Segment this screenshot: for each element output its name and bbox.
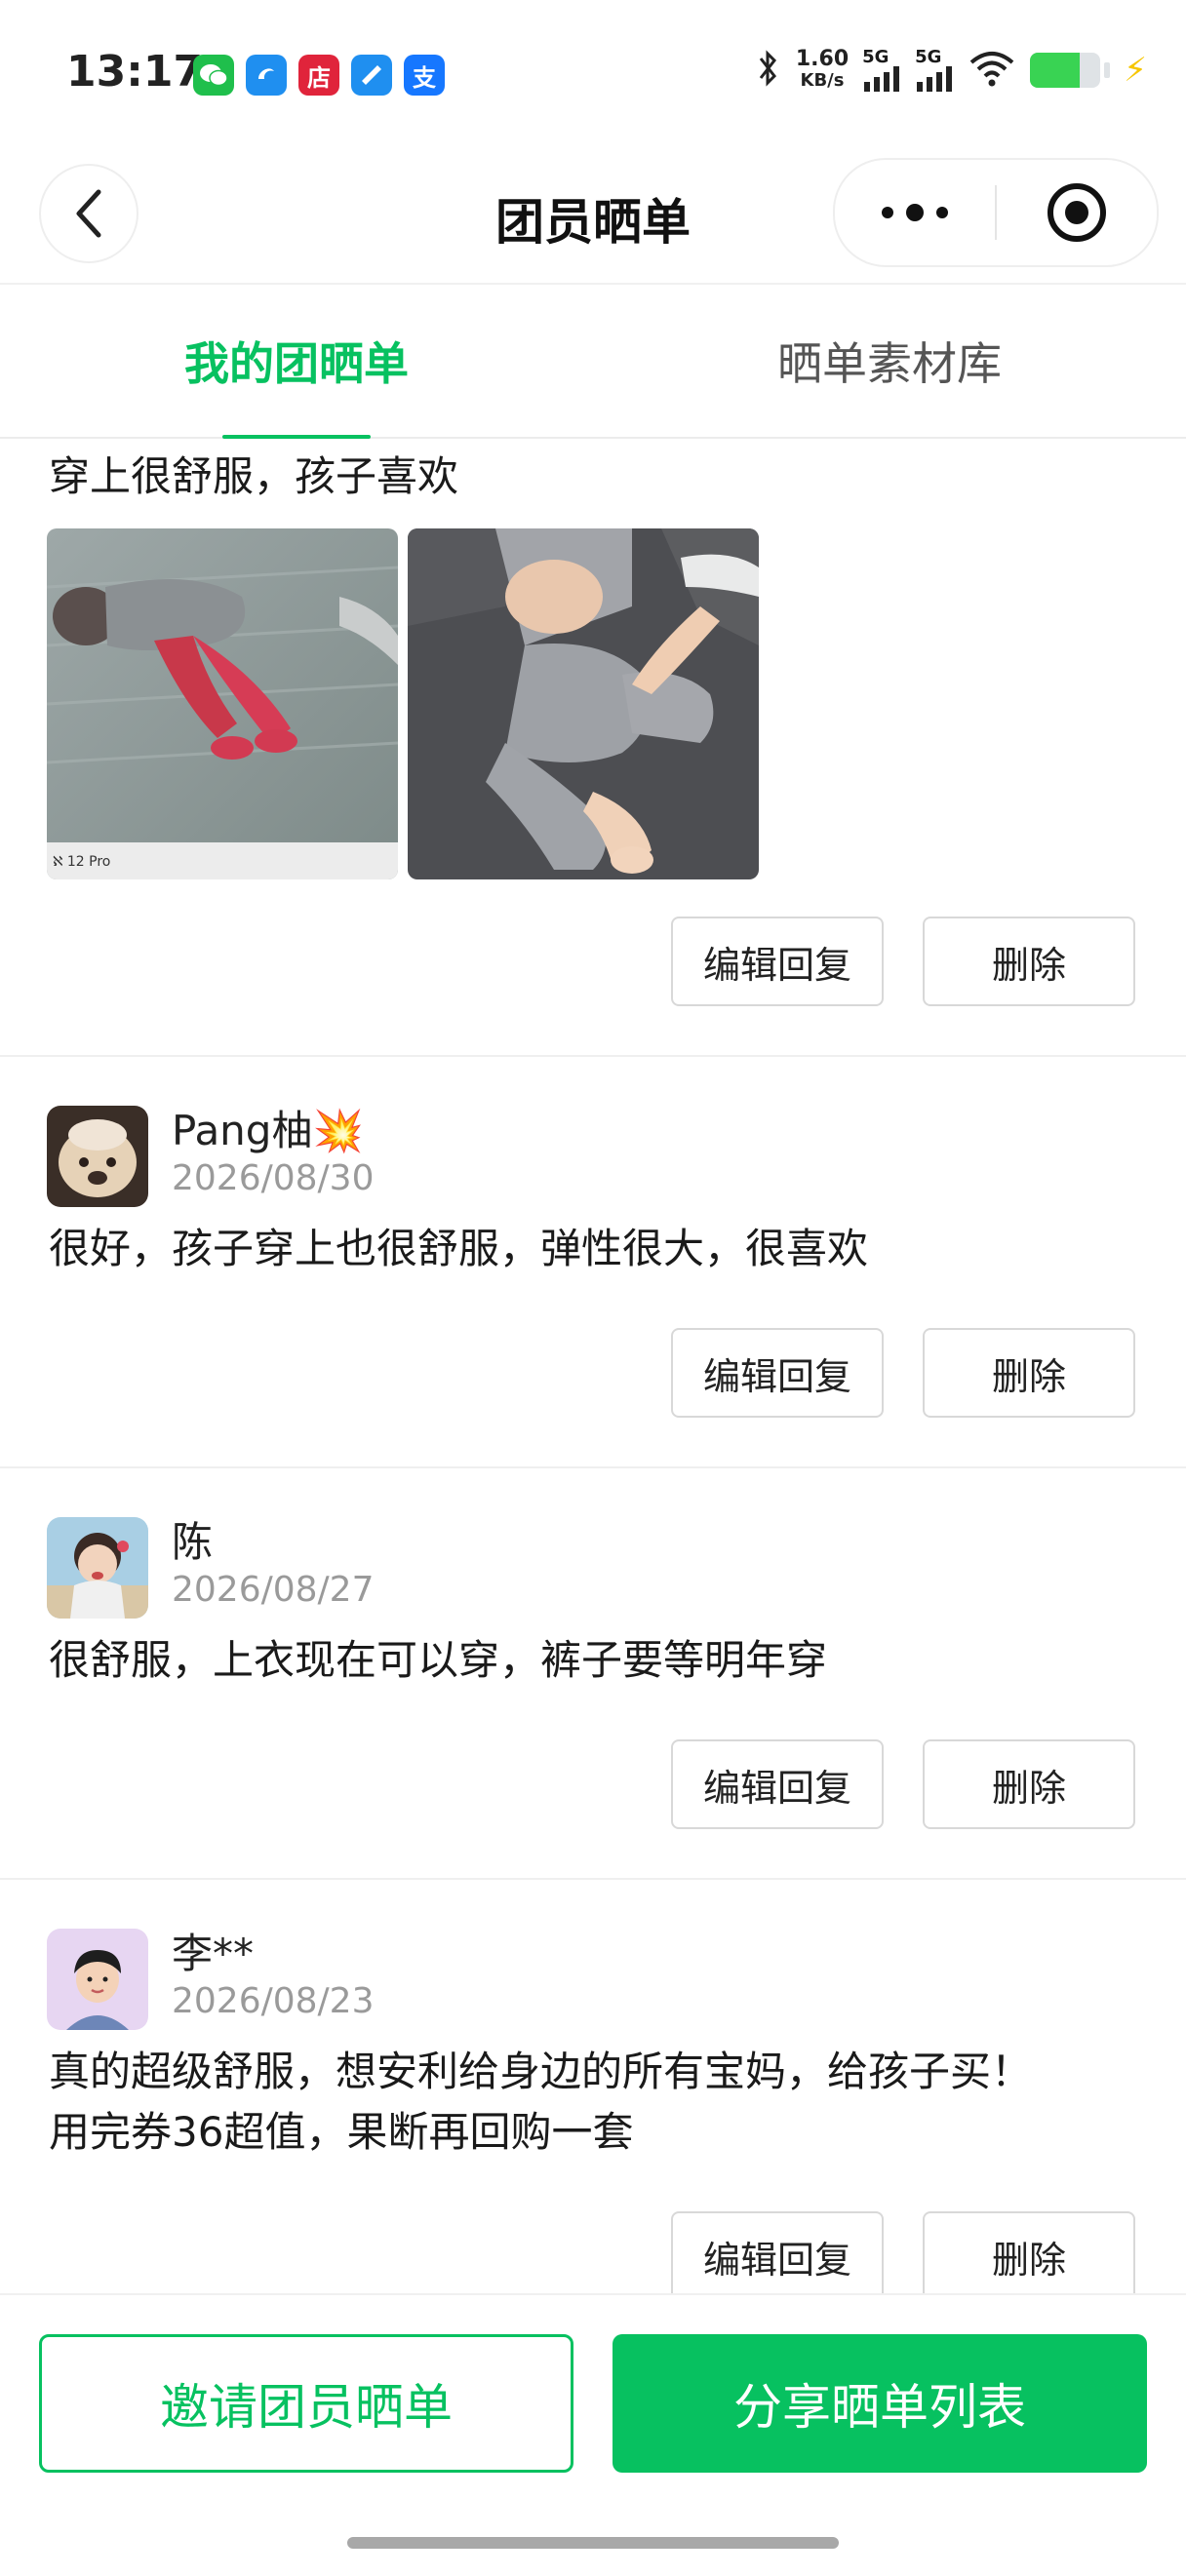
review-list[interactable]: 穿上很舒服，孩子喜欢 ℵ 12 Pro 编辑回复 删除 Pang柚💥 2026/… xyxy=(0,437,1186,2293)
wechat-icon xyxy=(193,55,234,96)
tab-label: 我的团晒单 xyxy=(184,337,409,390)
tab-label: 晒单素材库 xyxy=(777,337,1002,390)
mini-program-capsule xyxy=(833,158,1159,267)
store-icon: 店 xyxy=(298,55,339,96)
invite-label: 邀请团员晒单 xyxy=(160,2379,453,2436)
speed-value: 1.60 xyxy=(795,47,850,71)
avatar xyxy=(47,1929,148,2030)
review-item: 陈 2026/08/27 很舒服，上衣现在可以穿，裤子要等明年穿 编辑回复 删除 xyxy=(0,1468,1186,1880)
more-dots-icon xyxy=(882,204,948,221)
home-indicator[interactable] xyxy=(347,2537,839,2549)
delete-button[interactable]: 删除 xyxy=(923,917,1135,1006)
bluetooth-icon xyxy=(753,49,782,92)
tab-my-reviews[interactable]: 我的团晒单 xyxy=(0,285,593,439)
edit-reply-button[interactable]: 编辑回复 xyxy=(671,917,884,1006)
edit-reply-button[interactable]: 编辑回复 xyxy=(671,1328,884,1418)
status-bar: 13:17 店 支 1.60 KB/s 5G 5G ⚡ xyxy=(0,0,1186,146)
blue-app-icon xyxy=(246,55,287,96)
delete-button[interactable]: 删除 xyxy=(923,1739,1135,1829)
delete-button[interactable]: 删除 xyxy=(923,1328,1135,1418)
user-name: 李** xyxy=(172,1930,255,1977)
notification-app-icons: 店 支 xyxy=(193,55,445,96)
avatar xyxy=(47,1517,148,1619)
invite-members-button[interactable]: 邀请团员晒单 xyxy=(39,2334,573,2473)
close-button[interactable] xyxy=(997,160,1157,265)
share-list-button[interactable]: 分享晒单列表 xyxy=(613,2334,1147,2473)
charging-icon: ⚡ xyxy=(1124,51,1147,90)
alipay-icon: 支 xyxy=(404,55,445,96)
edit-reply-label: 编辑回复 xyxy=(702,1766,851,1810)
signal2-label: 5G xyxy=(915,47,942,67)
status-indicators: 1.60 KB/s 5G 5G ⚡ xyxy=(753,49,1147,92)
delete-label: 删除 xyxy=(991,1766,1066,1810)
edit-reply-label: 编辑回复 xyxy=(702,2238,851,2282)
review-date: 2026/08/30 xyxy=(172,1158,375,1198)
review-text-line-2: 用完券36超值，果断再回购一套 xyxy=(49,2108,634,2156)
user-name: 陈 xyxy=(172,1518,214,1566)
review-text: 穿上很舒服，孩子喜欢 xyxy=(49,452,459,500)
photo-watermark: ℵ 12 Pro xyxy=(53,854,110,870)
avatar xyxy=(47,1106,148,1207)
tab-material-library[interactable]: 晒单素材库 xyxy=(593,285,1186,437)
navigation-bar: 团员晒单 xyxy=(0,146,1186,283)
status-time: 13:17 xyxy=(66,47,204,97)
signal-icon-1: 5G xyxy=(862,49,901,92)
signal-icon-2: 5G xyxy=(915,49,954,92)
edit-reply-label: 编辑回复 xyxy=(702,1354,851,1398)
delete-label: 删除 xyxy=(991,1354,1066,1398)
review-date: 2026/08/27 xyxy=(172,1570,375,1610)
review-item: 穿上很舒服，孩子喜欢 ℵ 12 Pro 编辑回复 删除 xyxy=(0,437,1186,1057)
review-photo-1[interactable]: ℵ 12 Pro xyxy=(47,528,398,879)
user-name: Pang柚💥 xyxy=(172,1107,364,1154)
battery-cap xyxy=(1104,62,1111,78)
review-photo-2[interactable] xyxy=(408,528,759,879)
review-item: Pang柚💥 2026/08/30 很好，孩子穿上也很舒服，弹性很大，很喜欢 编… xyxy=(0,1057,1186,1468)
network-speed: 1.60 KB/s xyxy=(796,49,849,92)
edit-reply-button[interactable]: 编辑回复 xyxy=(671,1739,884,1829)
review-date: 2026/08/23 xyxy=(172,1981,375,2021)
bottom-action-bar: 邀请团员晒单 分享晒单列表 xyxy=(0,2293,1186,2576)
review-text: 很好，孩子穿上也很舒服，弹性很大，很喜欢 xyxy=(49,1225,869,1272)
delete-label: 删除 xyxy=(991,2238,1066,2282)
review-text-line-1: 真的超级舒服，想安利给身边的所有宝妈，给孩子买！ xyxy=(49,2048,1033,2095)
review-text: 很舒服，上衣现在可以穿，裤子要等明年穿 xyxy=(49,1636,828,1684)
delete-label: 删除 xyxy=(991,943,1066,987)
target-close-icon xyxy=(1048,183,1106,242)
wifi-icon xyxy=(968,49,1016,92)
tab-bar: 我的团晒单 晒单素材库 xyxy=(0,283,1186,439)
review-item: 李** 2026/08/23 真的超级舒服，想安利给身边的所有宝妈，给孩子买！ … xyxy=(0,1880,1186,2293)
blue-pen-icon xyxy=(351,55,392,96)
speed-unit: KB/s xyxy=(800,70,845,91)
more-button[interactable] xyxy=(835,160,995,265)
share-label: 分享晒单列表 xyxy=(733,2379,1026,2436)
signal1-label: 5G xyxy=(862,47,890,67)
delete-button[interactable]: 删除 xyxy=(923,2211,1135,2293)
edit-reply-label: 编辑回复 xyxy=(702,943,851,987)
battery-icon xyxy=(1030,53,1101,88)
edit-reply-button[interactable]: 编辑回复 xyxy=(671,2211,884,2293)
